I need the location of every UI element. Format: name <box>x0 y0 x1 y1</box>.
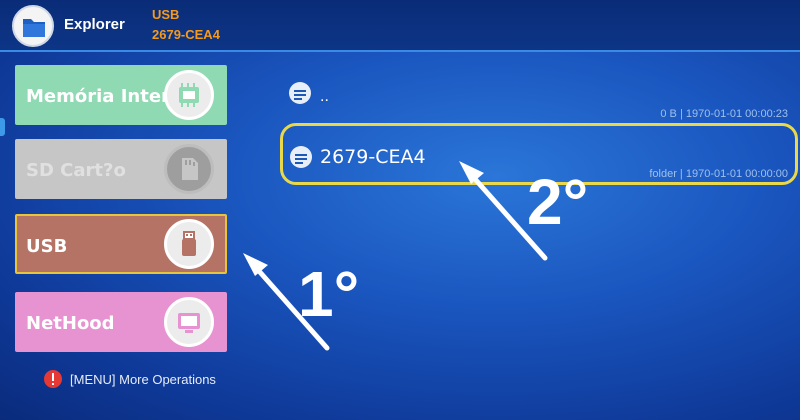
annotation-step-1: 1° <box>298 258 360 330</box>
annotation-step-2: 2° <box>527 166 589 238</box>
annotation-arrows <box>243 161 548 351</box>
